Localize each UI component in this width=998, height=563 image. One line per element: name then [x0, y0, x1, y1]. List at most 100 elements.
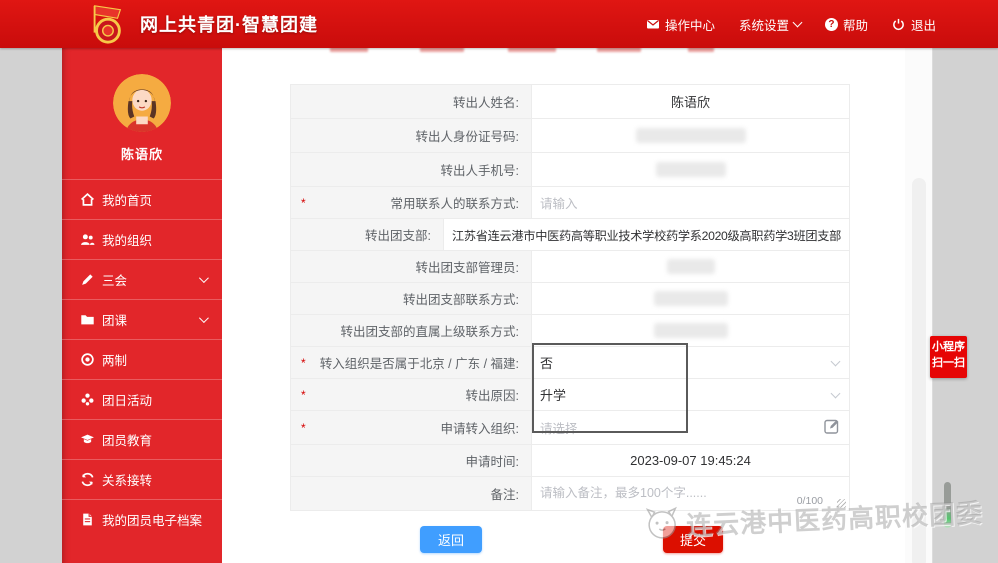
field-label: 转出团支部管理员:	[415, 261, 519, 275]
form-row-apply-time: *申请时间: 2023-09-07 19:45:24	[291, 445, 849, 477]
field-value: 陈语欣	[670, 95, 710, 110]
sidebar-menu: 我的首页 我的组织 三会 团课 两制 团日活动 团员教育 关系接转 我的团员电子…	[62, 179, 222, 539]
scroll-indicator-artifact	[944, 482, 951, 528]
sidebar-item-liangzhi[interactable]: 两制	[62, 339, 222, 379]
redacted-value	[635, 128, 746, 143]
avatar	[113, 74, 171, 132]
redacted-value	[666, 259, 715, 274]
menu-system-settings[interactable]: 系统设置	[738, 15, 803, 34]
sidebar-item-label: 两制	[102, 354, 128, 368]
user-panel: 陈语欣	[62, 48, 222, 163]
form-row-branch-admin: *转出团支部管理员:	[291, 251, 849, 283]
sidebar-item-activities[interactable]: 团日活动	[62, 379, 222, 419]
scrollbar-thumb[interactable]	[912, 178, 926, 563]
chevron-down-icon	[198, 313, 209, 324]
sidebar-item-label: 我的团员电子档案	[102, 514, 203, 528]
field-label: 转出团支部联系方式:	[403, 293, 519, 307]
page: 网上共青团·智慧团建 操作中心 系统设置 ? 帮助 退出 陈语欣 我的首页 我的…	[0, 0, 998, 563]
sidebar-item-label: 我的组织	[102, 234, 153, 248]
badge-line: 扫一扫	[932, 356, 965, 369]
folder-icon	[81, 315, 94, 325]
submit-button[interactable]: 提交	[663, 526, 723, 553]
textarea-placeholder: 请输入备注，最多100个字......	[540, 486, 707, 500]
sidebar: 陈语欣 我的首页 我的组织 三会 团课 两制 团日活动 团员教育 关系接转 我的…	[62, 48, 222, 563]
redacted-value	[655, 162, 726, 177]
sidebar-item-home[interactable]: 我的首页	[62, 179, 222, 219]
input-placeholder: 请输入	[540, 197, 578, 211]
field-label: 转出人姓名:	[453, 96, 519, 110]
sidebar-item-label: 三会	[102, 274, 128, 288]
sidebar-item-education[interactable]: 团员教育	[62, 419, 222, 459]
char-counter: 0/100	[796, 495, 823, 507]
pen-icon	[82, 274, 93, 285]
sidebar-item-label: 团员教育	[102, 434, 153, 448]
field-label: 转出原因:	[465, 389, 519, 403]
mini-program-scan-badge[interactable]: 小程序 扫一扫	[930, 336, 967, 378]
target-icon	[81, 353, 94, 366]
chevron-down-icon	[830, 356, 841, 367]
remark-textarea[interactable]: 请输入备注，最多100个字...... 0/100	[531, 477, 849, 510]
main-content: *转出人姓名: 陈语欣 *转出人身份证号码: *转出人手机号: *常用联系人的联…	[222, 44, 905, 563]
field-label: 申请转入组织:	[440, 422, 519, 436]
sidebar-item-organization[interactable]: 我的组织	[62, 219, 222, 259]
file-icon	[83, 513, 92, 526]
sidebar-item-label: 关系接转	[102, 474, 153, 488]
right-gutter	[933, 48, 998, 563]
badge-line: 小程序	[932, 341, 965, 353]
envelope-icon	[646, 17, 660, 31]
app-title: 网上共青团·智慧团建	[140, 15, 318, 35]
left-gutter	[0, 48, 62, 563]
sidebar-item-transfer[interactable]: 关系接转	[62, 459, 222, 499]
header-nav: 操作中心 系统设置 ? 帮助 退出	[646, 0, 936, 48]
graduation-icon	[81, 434, 94, 444]
field-label: 转出人身份证号码:	[415, 130, 519, 144]
redacted-value	[653, 291, 728, 306]
field-label: 申请时间:	[465, 455, 519, 469]
help-icon: ?	[824, 17, 838, 31]
redacted-value	[653, 323, 728, 338]
activity-icon	[81, 393, 94, 406]
sidebar-item-label: 团日活动	[102, 394, 153, 408]
menu-label: 帮助	[842, 18, 868, 33]
contact-input[interactable]: 请输入	[531, 187, 849, 218]
sidebar-item-label: 团课	[102, 314, 128, 328]
form-row-phone: *转出人手机号:	[291, 153, 849, 187]
menu-help[interactable]: ? 帮助	[824, 15, 868, 34]
menu-label: 系统设置	[738, 18, 789, 33]
form-row-remark: *备注: 请输入备注，最多100个字...... 0/100	[291, 477, 849, 511]
username: 陈语欣	[120, 147, 163, 162]
field-label: 转出团支部的直属上级联系方式:	[340, 325, 519, 339]
field-label: 转出团支部:	[365, 229, 431, 243]
form-row-branch-contact: *转出团支部联系方式:	[291, 283, 849, 315]
form-row-out-branch: *转出团支部: 江苏省连云港市中医药高等职业技术学校药学系2020级高职药学3班…	[291, 219, 849, 251]
sidebar-item-sanhui[interactable]: 三会	[62, 259, 222, 299]
app-header: 网上共青团·智慧团建 操作中心 系统设置 ? 帮助 退出	[0, 0, 998, 48]
resize-handle-icon[interactable]	[837, 499, 846, 508]
league-logo-icon	[86, 3, 128, 45]
edit-icon[interactable]	[823, 417, 841, 435]
menu-logout[interactable]: 退出	[892, 15, 936, 34]
form-row-contact: * 常用联系人的联系方式: 请输入	[291, 187, 849, 219]
chevron-down-icon	[198, 273, 209, 284]
menu-operation-center[interactable]: 操作中心	[646, 15, 715, 34]
menu-label: 操作中心	[664, 18, 715, 33]
field-value: 2023-09-07 19:45:24	[630, 453, 751, 468]
sidebar-item-label: 我的首页	[102, 194, 153, 208]
field-value: 江苏省连云港市中医药高等职业技术学校药学系2020级高职药学3班团支部	[451, 228, 841, 243]
field-label: 转入组织是否属于北京 / 广东 / 福建:	[319, 357, 519, 371]
home-icon	[81, 192, 94, 206]
field-label: 常用联系人的联系方式:	[390, 197, 519, 211]
sidebar-item-archive[interactable]: 我的团员电子档案	[62, 499, 222, 539]
scrollbar[interactable]	[905, 48, 933, 563]
form-row-id-number: *转出人身份证号码:	[291, 119, 849, 153]
field-label: 备注:	[490, 488, 519, 502]
chevron-down-icon	[792, 17, 803, 27]
back-button[interactable]: 返回	[420, 526, 482, 553]
annotation-rectangle	[532, 343, 688, 433]
menu-label: 退出	[910, 18, 936, 33]
sidebar-item-tuanke[interactable]: 团课	[62, 299, 222, 339]
power-icon	[892, 17, 906, 31]
form-row-name: *转出人姓名: 陈语欣	[291, 85, 849, 119]
users-icon	[81, 234, 95, 245]
transfer-icon	[81, 472, 94, 487]
